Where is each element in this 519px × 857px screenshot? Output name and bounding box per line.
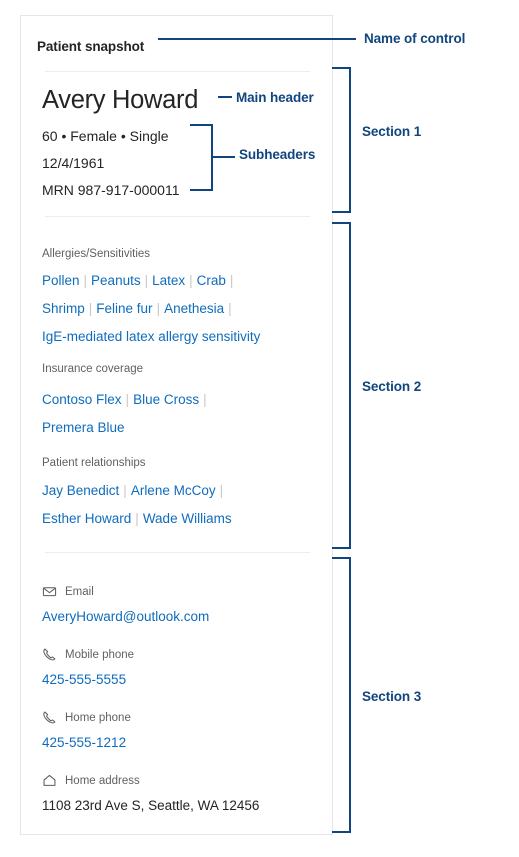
- bracket-section-3: [332, 557, 351, 833]
- link-separator: |: [88, 301, 93, 316]
- link-item[interactable]: Arlene McCoy: [131, 483, 216, 498]
- home-address-label-text: Home address: [65, 774, 140, 787]
- link-separator: |: [135, 511, 139, 526]
- link-separator: |: [125, 392, 130, 407]
- link-item[interactable]: Esther Howard: [42, 511, 131, 526]
- home-address-value: 1108 23rd Ave S, Seattle, WA 12456: [42, 798, 260, 813]
- annotation-main-header: Main header: [236, 90, 314, 105]
- link-item[interactable]: Crab: [197, 273, 226, 288]
- annotation-subheaders: Subheaders: [239, 147, 316, 162]
- link-item[interactable]: Wade Williams: [143, 511, 232, 526]
- home-phone-label: Home phone: [42, 710, 131, 725]
- link-item[interactable]: Feline fur: [96, 301, 152, 316]
- envelope-icon: [42, 584, 57, 599]
- link-separator: |: [203, 392, 207, 407]
- link-separator: |: [123, 483, 127, 498]
- relationships-links-row[interactable]: Esther Howard | Wade Williams: [42, 511, 232, 526]
- link-item[interactable]: Premera Blue: [42, 420, 125, 435]
- link-item[interactable]: Pollen: [42, 273, 80, 288]
- divider: [45, 71, 310, 72]
- patient-snapshot-card: Patient snapshot Avery Howard 60 • Femal…: [20, 15, 333, 835]
- home-phone-label-text: Home phone: [65, 711, 131, 724]
- home-phone-value[interactable]: 425-555-1212: [42, 735, 126, 750]
- email-label-text: Email: [65, 585, 94, 598]
- home-icon: [42, 773, 57, 788]
- patient-name-header: Avery Howard: [42, 86, 199, 114]
- link-item[interactable]: Anethesia: [164, 301, 224, 316]
- email-value[interactable]: AveryHoward@outlook.com: [42, 609, 209, 624]
- allergies-links-row[interactable]: Pollen | Peanuts | Latex | Crab |: [42, 273, 237, 288]
- bracket-section-1: [332, 67, 351, 213]
- email-label: Email: [42, 584, 94, 599]
- patient-relationships-label: Patient relationships: [42, 457, 146, 469]
- divider: [45, 552, 310, 553]
- mobile-phone-value[interactable]: 425-555-5555: [42, 672, 126, 687]
- annotation-section-2: Section 2: [362, 379, 422, 394]
- link-separator: |: [189, 273, 193, 288]
- phone-icon: [42, 647, 57, 662]
- relationships-links-row[interactable]: Jay Benedict | Arlene McCoy |: [42, 483, 227, 498]
- allergies-label: Allergies/Sensitivities: [42, 248, 151, 260]
- home-address-label: Home address: [42, 773, 140, 788]
- link-item[interactable]: Latex: [152, 273, 185, 288]
- mobile-phone-label: Mobile phone: [42, 647, 134, 662]
- link-item[interactable]: Jay Benedict: [42, 483, 119, 498]
- allergies-links-row[interactable]: IgE-mediated latex allergy sensitivity: [42, 329, 260, 344]
- link-item[interactable]: Blue Cross: [133, 392, 199, 407]
- divider: [45, 216, 310, 217]
- link-item[interactable]: Shrimp: [42, 301, 85, 316]
- insurance-links-row[interactable]: Contoso Flex | Blue Cross |: [42, 392, 211, 407]
- link-separator: |: [228, 301, 232, 316]
- patient-demographics: 60 • Female • Single: [42, 128, 169, 144]
- link-item[interactable]: Peanuts: [91, 273, 141, 288]
- patient-mrn: MRN 987-917-000011: [42, 182, 180, 198]
- patient-date-of-birth: 12/4/1961: [42, 155, 105, 171]
- insurance-coverage-label: Insurance coverage: [42, 363, 144, 375]
- annotation-section-1: Section 1: [362, 124, 422, 139]
- link-separator: |: [156, 301, 161, 316]
- link-separator: |: [83, 273, 88, 288]
- link-separator: |: [229, 273, 234, 288]
- bracket-section-2: [332, 222, 351, 549]
- mobile-phone-label-text: Mobile phone: [65, 648, 135, 661]
- annotation-section-3: Section 3: [362, 689, 422, 704]
- insurance-links-row[interactable]: Premera Blue: [42, 420, 125, 435]
- page-title: Patient snapshot: [37, 39, 145, 54]
- allergies-links-row[interactable]: Shrimp | Feline fur | Anethesia |: [42, 301, 236, 316]
- link-item[interactable]: Contoso Flex: [42, 392, 122, 407]
- phone-icon: [42, 710, 57, 725]
- link-separator: |: [144, 273, 149, 288]
- link-item[interactable]: IgE-mediated latex allergy sensitivity: [42, 329, 260, 344]
- link-separator: |: [219, 483, 224, 498]
- annotation-name-of-control: Name of control: [364, 31, 466, 46]
